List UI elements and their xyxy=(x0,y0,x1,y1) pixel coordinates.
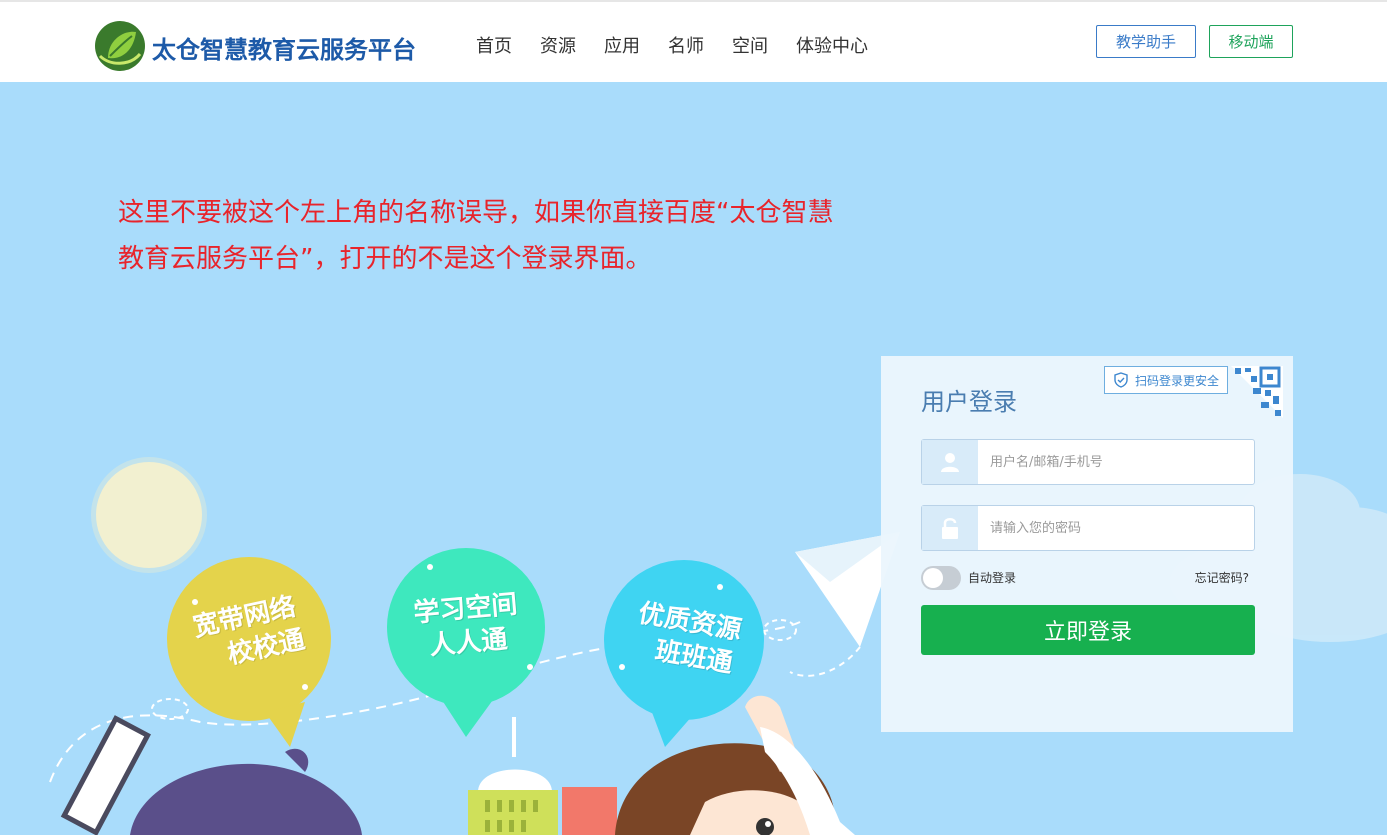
nav-item-home[interactable]: 首页 xyxy=(476,32,512,58)
qr-login-tip[interactable]: 扫码登录更安全 xyxy=(1104,366,1229,394)
lock-icon xyxy=(922,506,978,550)
password-field xyxy=(921,505,1255,551)
qr-tip-label: 扫码登录更安全 xyxy=(1135,373,1220,388)
nav-item-resources[interactable]: 资源 xyxy=(540,32,576,58)
logo-text: 太仓智慧教育云服务平台 xyxy=(152,36,416,64)
password-input[interactable] xyxy=(990,516,1240,540)
username-input[interactable] xyxy=(990,450,1240,474)
nav-item-space[interactable]: 空间 xyxy=(732,32,768,58)
username-field xyxy=(921,439,1255,485)
annotation-note: 这里不要被这个左上角的名称误导，如果你直接百度“太仓智慧教育云服务平台”，打开的… xyxy=(118,198,834,274)
site-header: 太仓智慧教育云服务平台 首页 资源 应用 名师 空间 体验中心 教学助手 移动端 xyxy=(0,2,1387,82)
book-shape xyxy=(60,715,151,835)
leaf-logo-icon xyxy=(95,21,145,71)
mobile-button[interactable]: 移动端 xyxy=(1209,25,1293,58)
child-left-figure xyxy=(130,763,362,835)
toggle-knob xyxy=(923,568,943,588)
tower-building xyxy=(468,717,617,835)
main-nav: 首页 资源 应用 名师 空间 体验中心 xyxy=(476,32,896,58)
teaching-assistant-button[interactable]: 教学助手 xyxy=(1096,25,1196,58)
nav-item-experience[interactable]: 体验中心 xyxy=(796,32,868,58)
nav-item-apps[interactable]: 应用 xyxy=(604,32,640,58)
login-panel: 用户登录 扫码登录更安全 用户名/邮箱/手机号 自动登录 忘记密码? 立即登录 xyxy=(881,356,1293,732)
qr-code-icon[interactable] xyxy=(1231,366,1283,418)
auto-login-label: 自动登录 xyxy=(968,571,1017,585)
site-logo[interactable]: 太仓智慧教育云服务平台 xyxy=(94,20,424,72)
forgot-password-link[interactable]: 忘记密码? xyxy=(1195,569,1249,586)
shield-icon xyxy=(1114,372,1128,388)
bubble-text-learning-space: 学习空间 人人通 xyxy=(389,586,544,667)
login-title: 用户登录 xyxy=(921,388,1017,416)
login-submit-button[interactable]: 立即登录 xyxy=(921,605,1255,655)
nav-item-teachers[interactable]: 名师 xyxy=(668,32,704,58)
user-icon xyxy=(922,440,978,484)
child-right-figure xyxy=(615,695,855,835)
auto-login-toggle[interactable] xyxy=(921,566,961,590)
